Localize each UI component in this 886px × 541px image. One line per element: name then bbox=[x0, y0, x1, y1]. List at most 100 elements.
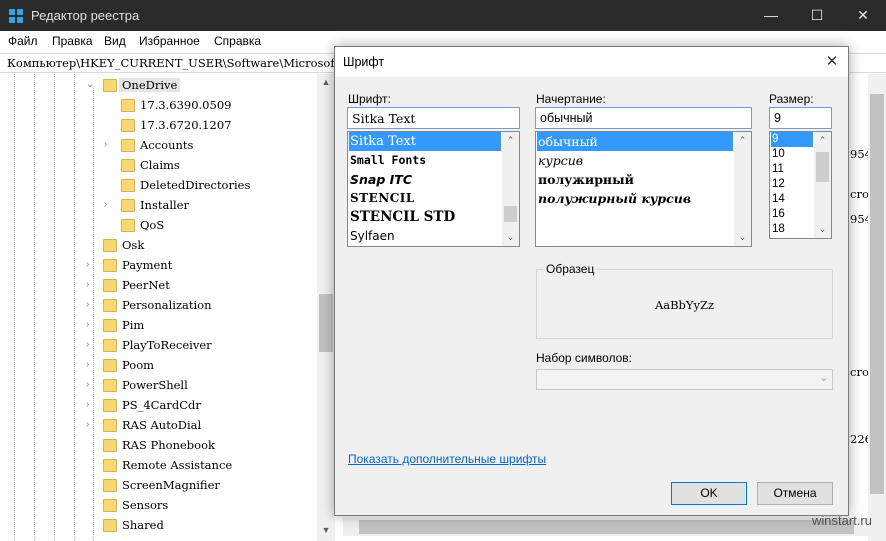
tree-scroll-thumb[interactable] bbox=[319, 294, 333, 352]
font-input[interactable]: Sitka Text bbox=[347, 107, 520, 129]
style-list-scrollbar[interactable]: ⌃ ⌄ bbox=[734, 132, 751, 246]
expand-chevron-icon[interactable]: › bbox=[86, 359, 96, 371]
list-item[interactable]: 12 bbox=[771, 177, 813, 192]
tree-item-label: QoS bbox=[140, 218, 165, 232]
window-title: Редактор реестра bbox=[31, 8, 140, 23]
menu-favorites[interactable]: Избранное bbox=[139, 34, 200, 48]
close-window-button[interactable]: ✕ bbox=[840, 0, 886, 31]
menu-view[interactable]: Вид bbox=[104, 34, 126, 48]
chevron-down-icon[interactable]: ⌄ bbox=[734, 229, 751, 245]
font-label: Шрифт: bbox=[348, 92, 391, 106]
list-item[interactable]: курсив bbox=[537, 151, 733, 170]
tree-item-label: Personalization bbox=[122, 298, 212, 312]
show-more-fonts-link[interactable]: Показать дополнительные шрифты bbox=[348, 452, 546, 466]
tree-scrollbar[interactable]: ▲ ▼ bbox=[317, 74, 335, 541]
tree-item[interactable]: › Personalization bbox=[0, 296, 317, 316]
list-item[interactable]: STENCIL bbox=[349, 189, 501, 208]
font-list-scroll-thumb[interactable] bbox=[504, 206, 517, 222]
chevron-down-icon[interactable]: ⌄ bbox=[502, 229, 519, 245]
list-item[interactable]: 18 bbox=[771, 222, 813, 237]
folder-icon bbox=[103, 79, 117, 92]
chevron-up-icon[interactable]: ⌃ bbox=[502, 132, 519, 148]
font-list[interactable]: Sylfaen STENCIL STD STENCIL Snap ITC Small F… bbox=[347, 131, 520, 247]
tree-item[interactable]: 17.3.6390.0509 bbox=[0, 96, 317, 116]
size-list-scroll-thumb[interactable] bbox=[816, 152, 829, 182]
list-item[interactable]: Sylfaen bbox=[349, 227, 501, 246]
expand-chevron-icon[interactable]: › bbox=[86, 419, 96, 431]
expand-chevron-icon[interactable]: › bbox=[86, 339, 96, 351]
tree-item[interactable]: ⌄ OneDrive bbox=[0, 76, 317, 96]
values-hscroll-thumb[interactable] bbox=[359, 520, 854, 534]
scroll-down-icon[interactable]: ▼ bbox=[317, 522, 335, 538]
list-item[interactable]: 9 bbox=[771, 132, 813, 147]
tree-item-label: Pim bbox=[122, 318, 145, 332]
tree-item[interactable]: DeletedDirectories bbox=[0, 176, 317, 196]
charset-select[interactable]: ⌄ bbox=[536, 369, 833, 390]
tree-item[interactable]: › Accounts bbox=[0, 136, 317, 156]
cancel-button[interactable]: Отмена bbox=[757, 482, 833, 505]
tree-item[interactable]: Sensors bbox=[0, 496, 317, 516]
list-item[interactable]: 10 bbox=[771, 147, 813, 162]
tree-item[interactable]: › RAS AutoDial bbox=[0, 416, 317, 436]
expand-chevron-icon bbox=[104, 179, 114, 191]
expand-chevron-icon[interactable]: › bbox=[104, 199, 114, 211]
size-input[interactable]: 9 bbox=[769, 107, 832, 129]
expand-chevron-icon[interactable]: › bbox=[86, 259, 96, 271]
list-item[interactable]: Snap ITC bbox=[349, 170, 501, 189]
list-item[interactable]: 16 bbox=[771, 207, 813, 222]
expand-chevron-icon[interactable]: › bbox=[104, 139, 114, 151]
list-item[interactable]: Sitka Text bbox=[349, 132, 501, 151]
tree-item[interactable]: Claims bbox=[0, 156, 317, 176]
tree-item[interactable]: › Payment bbox=[0, 256, 317, 276]
list-item[interactable]: обычный bbox=[537, 132, 733, 151]
tree-item[interactable]: › PowerShell bbox=[0, 376, 317, 396]
expand-chevron-icon[interactable]: › bbox=[86, 399, 96, 411]
values-scroll-thumb[interactable] bbox=[870, 94, 884, 494]
list-item[interactable]: 11 bbox=[771, 162, 813, 177]
font-list-scrollbar[interactable]: ⌃ ⌄ bbox=[502, 132, 519, 246]
menu-file[interactable]: Файл bbox=[8, 34, 38, 48]
tree-item[interactable]: › PlayToReceiver bbox=[0, 336, 317, 356]
list-item[interactable]: Small Fonts bbox=[349, 151, 501, 170]
list-item[interactable]: 14 bbox=[771, 192, 813, 207]
tree-item[interactable]: Shared bbox=[0, 516, 317, 536]
expanded-chevron-icon[interactable]: ⌄ bbox=[86, 79, 96, 91]
expand-chevron-icon[interactable]: › bbox=[86, 379, 96, 391]
tree-item[interactable]: › Installer bbox=[0, 196, 317, 216]
size-list-scrollbar[interactable]: ⌃ ⌄ bbox=[814, 132, 831, 238]
tree-item[interactable]: › Poom bbox=[0, 356, 317, 376]
style-list[interactable]: полужирный курсив полужирный курсив обычный… bbox=[535, 131, 752, 247]
tree-item[interactable]: QoS bbox=[0, 216, 317, 236]
scroll-up-icon[interactable]: ▲ bbox=[317, 74, 335, 90]
list-item[interactable]: полужирный bbox=[537, 170, 733, 189]
tree-item[interactable]: Remote Assistance bbox=[0, 456, 317, 476]
maximize-button[interactable]: ☐ bbox=[794, 0, 840, 31]
tree-item[interactable]: › PS_4CardCdr bbox=[0, 396, 317, 416]
list-item[interactable]: STENCIL STD bbox=[349, 208, 501, 227]
tree-item[interactable]: › Pim bbox=[0, 316, 317, 336]
minimize-button[interactable]: — bbox=[748, 0, 794, 31]
style-input[interactable]: обычный bbox=[535, 107, 752, 129]
menu-edit[interactable]: Правка bbox=[52, 34, 93, 48]
tree-item[interactable]: RAS Phonebook bbox=[0, 436, 317, 456]
expand-chevron-icon[interactable]: › bbox=[86, 319, 96, 331]
tree-item-label: Accounts bbox=[140, 138, 194, 152]
chevron-up-icon[interactable]: ⌃ bbox=[734, 132, 751, 148]
ok-button[interactable]: OK bbox=[671, 482, 747, 505]
chevron-down-icon[interactable]: ⌄ bbox=[814, 221, 831, 237]
dialog-close-icon[interactable]: ✕ bbox=[821, 52, 843, 72]
sample-text: AaBbYyZz bbox=[654, 298, 715, 312]
tree-item[interactable]: Osk bbox=[0, 236, 317, 256]
size-label: Размер: bbox=[769, 92, 814, 106]
tree-item[interactable]: › PeerNet bbox=[0, 276, 317, 296]
values-scrollbar[interactable] bbox=[868, 74, 886, 541]
chevron-up-icon[interactable]: ⌃ bbox=[814, 132, 831, 148]
tree-item[interactable]: ScreenMagnifier bbox=[0, 476, 317, 496]
tree-item[interactable]: 17.3.6720.1207 bbox=[0, 116, 317, 136]
expand-chevron-icon[interactable]: › bbox=[86, 279, 96, 291]
values-hscrollbar[interactable] bbox=[343, 518, 868, 536]
expand-chevron-icon[interactable]: › bbox=[86, 299, 96, 311]
menu-help[interactable]: Справка bbox=[214, 34, 261, 48]
list-item[interactable]: полужирный курсив bbox=[537, 189, 733, 208]
size-list[interactable]: 18 16 14 12 11 10 9 ⌃ ⌄ bbox=[769, 131, 832, 239]
